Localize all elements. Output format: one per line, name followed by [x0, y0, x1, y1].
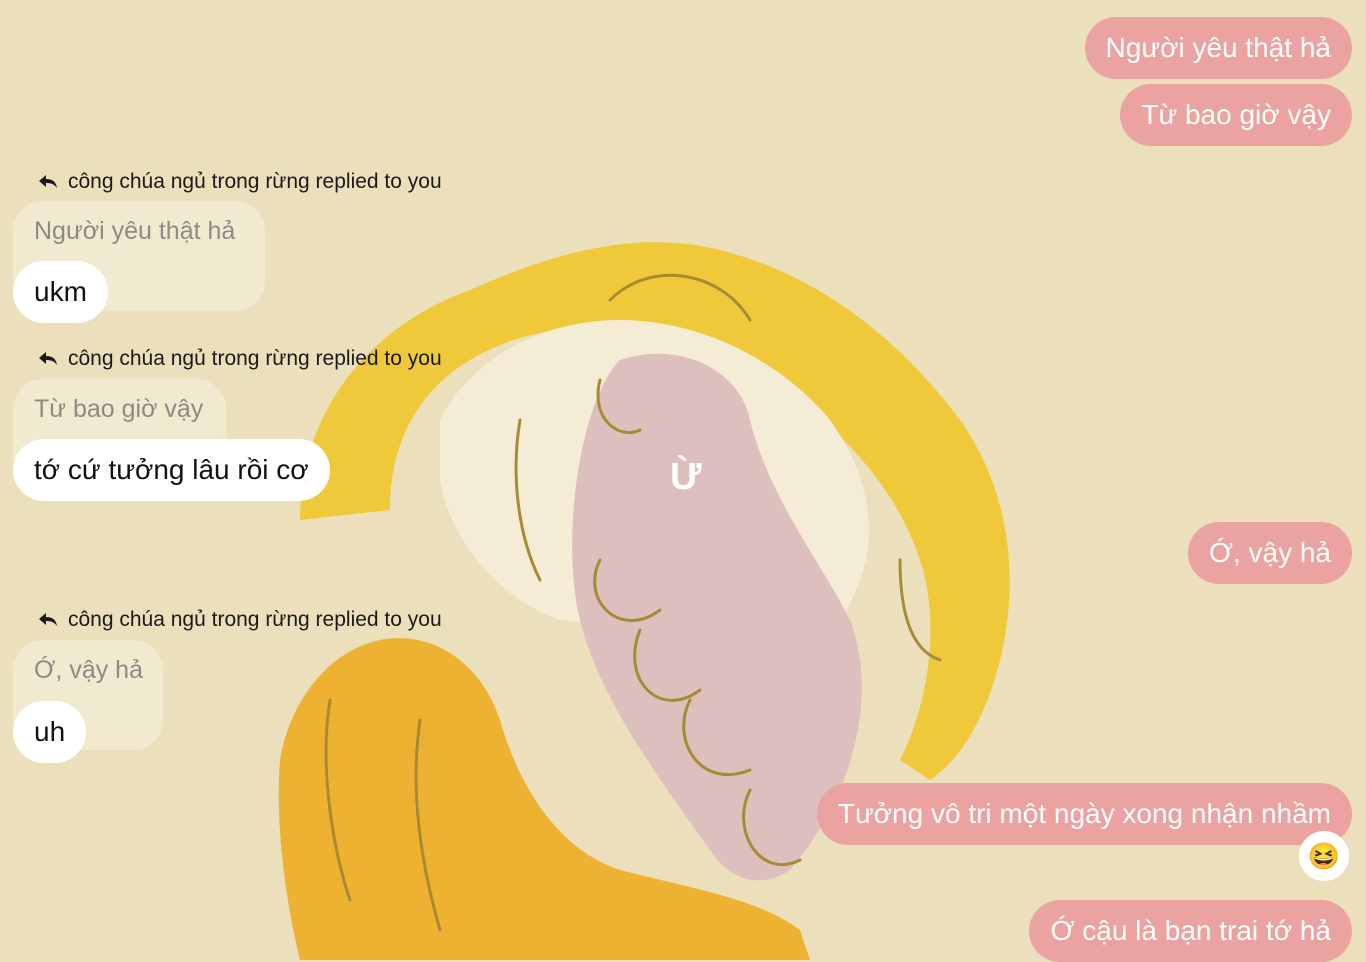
quoted-text: Từ bao giờ vậy: [34, 395, 204, 423]
reply-label: công chúa ngủ trong rừng replied to you: [38, 167, 442, 197]
laughing-emoji-icon: 😆: [1307, 840, 1341, 871]
reply-label: công chúa ngủ trong rừng replied to you: [38, 605, 442, 635]
sent-message[interactable]: Tưởng vô tri một ngày xong nhận nhầm: [816, 783, 1352, 845]
sent-message[interactable]: Từ bao giờ vậy: [1120, 84, 1352, 146]
reply-label-text: công chúa ngủ trong rừng replied to you: [68, 608, 442, 631]
reply-arrow-icon: [39, 613, 57, 626]
reaction-emoji[interactable]: 😆: [1299, 831, 1349, 881]
reply-arrow-icon: [39, 352, 57, 365]
reply-label-text: công chúa ngủ trong rừng replied to you: [68, 347, 442, 370]
reply-label-text: công chúa ngủ trong rừng replied to you: [68, 170, 442, 193]
reply-arrow-icon: [39, 175, 57, 188]
received-message[interactable]: tớ cứ tưởng lâu rồi cơ: [13, 439, 330, 501]
reply-label: công chúa ngủ trong rừng replied to you: [38, 344, 442, 374]
received-message[interactable]: ukm: [13, 261, 108, 323]
sent-message[interactable]: Ớ, vậy hả: [1187, 522, 1352, 584]
quoted-text: Người yêu thật hả: [34, 217, 236, 245]
background-letter: Ừ: [670, 456, 702, 498]
quoted-text: Ớ, vậy hả: [34, 656, 143, 684]
received-message[interactable]: uh: [13, 701, 87, 763]
sent-message[interactable]: Người yêu thật hả: [1084, 17, 1352, 79]
sent-message[interactable]: Ớ cậu là bạn trai tớ hả: [1029, 900, 1352, 962]
